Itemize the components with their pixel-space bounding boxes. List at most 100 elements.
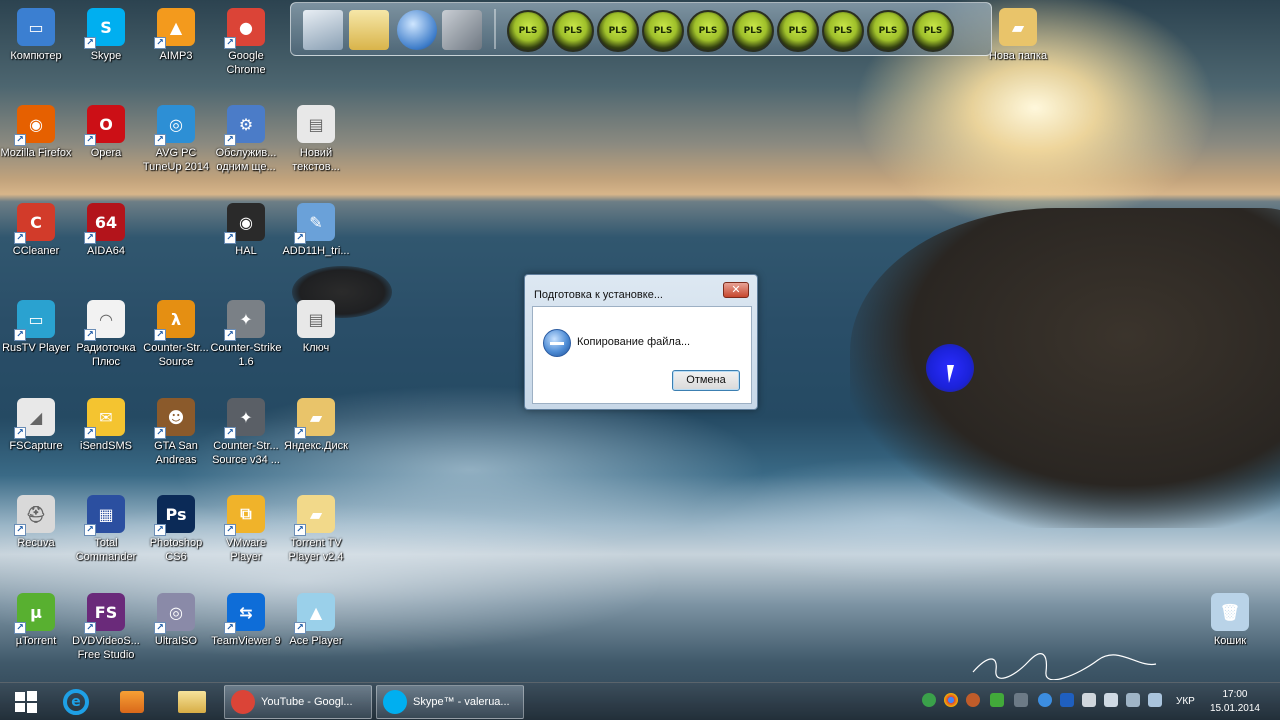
dialog-body: Копирование файла... Отмена <box>532 306 752 404</box>
pls-playlist-button[interactable]: PLS <box>507 10 549 52</box>
disk-drive-icon[interactable] <box>303 10 343 50</box>
media-player-icon[interactable] <box>108 686 156 718</box>
desktop-icon-label: Обслужив... одним ще... <box>215 147 277 173</box>
taskbar-window-button[interactable]: YouTube - Googl... <box>224 685 372 719</box>
desktop-icon[interactable]: ▦ ↗ Total Commander <box>70 495 142 564</box>
pls-playlist-button[interactable]: PLS <box>822 10 864 52</box>
desktop-icon[interactable]: λ ↗ Counter-Str... Source <box>140 300 212 369</box>
app-icon: ● ↗ <box>224 8 265 49</box>
tray-refresh-icon[interactable] <box>966 693 980 707</box>
desktop-icon-label: Ace Player <box>289 635 343 647</box>
desktop-icon[interactable]: S ↗ Skype <box>70 8 142 63</box>
app-icon: ◎ ↗ <box>154 105 195 146</box>
shortcut-arrow-icon: ↗ <box>224 232 236 244</box>
folder-list-icon[interactable] <box>349 10 389 50</box>
desktop-icon-label: Counter-Str... Source v34 ... <box>212 440 280 466</box>
desktop-icon[interactable]: ▤ Новий текстов... <box>280 105 352 174</box>
desktop-icon[interactable]: ◉ ↗ HAL <box>210 203 282 258</box>
desktop-icon[interactable]: ✎ ↗ ADD11H_tri... <box>280 203 352 258</box>
desktop-icon[interactable]: C ↗ CCleaner <box>0 203 72 258</box>
desktop-icon[interactable]: ☻ ↗ GTA San Andreas <box>140 398 212 467</box>
shortcut-arrow-icon: ↗ <box>154 134 166 146</box>
tray-signal-icon[interactable] <box>1104 693 1118 707</box>
app-icon: ▲ ↗ <box>154 8 195 49</box>
pls-playlist-button[interactable]: PLS <box>777 10 819 52</box>
file-explorer-icon[interactable] <box>168 686 216 718</box>
desktop-icon[interactable]: FS ↗ DVDVideoS... Free Studio <box>70 593 142 662</box>
desktop-icon[interactable]: ▲ ↗ Ace Player <box>280 593 352 648</box>
desktop-icon[interactable]: ▰ ↗ Яндекс.Диск <box>280 398 352 453</box>
pls-playlist-button[interactable]: PLS <box>687 10 729 52</box>
app-icon: ⚙ ↗ <box>224 105 265 146</box>
wallpaper-rock <box>850 208 1280 528</box>
internet-explorer-icon[interactable]: e <box>52 686 100 718</box>
desktop-icon-label: Total Commander <box>75 537 137 563</box>
app-icon: ▭ ↗ <box>14 300 55 341</box>
tray-flag-icon[interactable] <box>1082 693 1096 707</box>
desktop-icon[interactable]: ▭ Компютер <box>0 8 72 63</box>
desktop-icon[interactable]: ✦ ↗ Counter-Strike 1.6 <box>210 300 282 369</box>
desktop-icon[interactable]: ▰ ↗ Torrent TV Player v2.4 <box>280 495 352 564</box>
desktop-icon[interactable]: ▤ Ключ <box>280 300 352 355</box>
desktop-icon[interactable]: ▲ ↗ AIMP3 <box>140 8 212 63</box>
taskbar-window-label: YouTube - Googl... <box>261 696 353 708</box>
desktop-icon[interactable]: ▰ Нова папка <box>982 8 1054 63</box>
desktop-icon-label: Google Chrome <box>226 50 266 76</box>
desktop-icon[interactable]: ✉ ↗ iSendSMS <box>70 398 142 453</box>
desktop-icon[interactable]: ⇆ ↗ TeamViewer 9 <box>210 593 282 648</box>
desktop-icon[interactable]: O ↗ Opera <box>70 105 142 160</box>
desktop-icon[interactable]: µ ↗ µTorrent <box>0 593 72 648</box>
language-indicator[interactable]: УКР <box>1176 696 1195 707</box>
desktop-icon-label: Кошик <box>1213 635 1247 647</box>
wallpaper-signature <box>972 653 1157 680</box>
desktop-icon[interactable]: ✦ ↗ Counter-Str... Source v34 ... <box>210 398 282 467</box>
tray-eject-icon[interactable] <box>1014 693 1028 707</box>
tray-volume-icon[interactable] <box>1148 693 1162 707</box>
pls-playlist-button[interactable]: PLS <box>912 10 954 52</box>
pls-playlist-button[interactable]: PLS <box>597 10 639 52</box>
network-globe-icon[interactable] <box>397 10 437 50</box>
desktop-icon[interactable]: 64 ↗ AIDA64 <box>70 203 142 258</box>
mouse-cursor-icon <box>947 365 963 383</box>
clock[interactable]: 17:00 15.01.2014 <box>1210 688 1260 716</box>
desktop-icon-label: DVDVideoS... Free Studio <box>72 635 140 661</box>
desktop-icon[interactable]: ◢ ↗ FSCapture <box>0 398 72 453</box>
desktop-icon-label: Counter-Str... Source <box>143 342 209 368</box>
desktop-icon[interactable]: Ps ↗ Photoshop CS6 <box>140 495 212 564</box>
pls-playlist-button[interactable]: PLS <box>642 10 684 52</box>
tray-shield-icon[interactable] <box>990 693 1004 707</box>
app-icon: ▰ ↗ <box>294 398 335 439</box>
tray-battery-icon[interactable] <box>1126 693 1140 707</box>
shortcut-arrow-icon: ↗ <box>84 37 96 49</box>
desktop-icon[interactable]: ⛑ ↗ Recuva <box>0 495 72 550</box>
desktop-icon[interactable]: ▭ ↗ RusTV Player <box>0 300 72 355</box>
desktop-icon[interactable]: ◉ ↗ Mozilla Firefox <box>0 105 72 160</box>
desktop-icon[interactable]: ◎ ↗ UltraISO <box>140 593 212 648</box>
desktop-icon[interactable]: ● ↗ Google Chrome <box>210 8 282 77</box>
desktop-icon-label: Photoshop CS6 <box>149 537 203 563</box>
tray-bluetooth-icon[interactable] <box>1060 693 1074 707</box>
tools-icon[interactable] <box>442 10 482 50</box>
desktop-icon[interactable]: ◎ ↗ AVG PC TuneUp 2014 <box>140 105 212 174</box>
desktop-icon[interactable]: ◠ ↗ Радиоточка Плюс <box>70 300 142 369</box>
taskbar-window-button[interactable]: Skype™ - valerua... <box>376 685 524 719</box>
windows-logo-icon <box>15 691 37 713</box>
skype-icon <box>383 690 407 714</box>
tray-chrome-icon[interactable] <box>944 693 958 707</box>
tray-sync-icon[interactable] <box>922 693 936 707</box>
desktop-icon-label: Mozilla Firefox <box>0 147 72 159</box>
close-button[interactable]: ✕ <box>723 282 749 298</box>
app-icon: ▲ ↗ <box>294 593 335 634</box>
desktop-icon[interactable]: 🗑 Кошик <box>1194 593 1266 648</box>
desktop-icon[interactable]: ⧉ ↗ VMware Player <box>210 495 282 564</box>
pls-playlist-button[interactable]: PLS <box>867 10 909 52</box>
tray-network-icon[interactable] <box>1038 693 1052 707</box>
desktop-icon-label: AVG PC TuneUp 2014 <box>142 147 210 173</box>
pls-playlist-button[interactable]: PLS <box>732 10 774 52</box>
cancel-button[interactable]: Отмена <box>672 370 740 391</box>
start-button[interactable] <box>2 686 50 718</box>
shortcut-arrow-icon: ↗ <box>14 524 26 536</box>
pls-playlist-button[interactable]: PLS <box>552 10 594 52</box>
desktop-icon[interactable]: ⚙ ↗ Обслужив... одним ще... <box>210 105 282 174</box>
desktop-icon-label: RusTV Player <box>2 342 70 354</box>
